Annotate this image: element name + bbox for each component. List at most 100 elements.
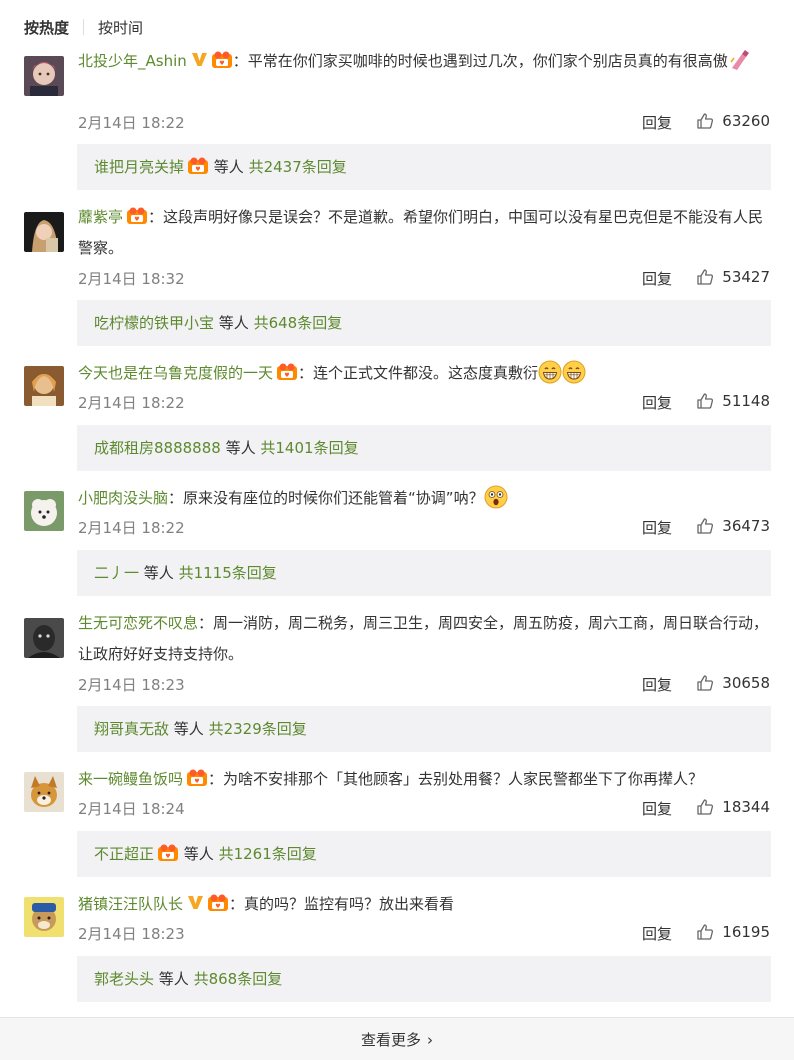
comment-meta: 2月14日 18:24 回复 18344 [78,798,770,820]
reply-summary[interactable]: 谁把月亮关掉 等人 共2437条回复 [77,144,771,190]
view-more-label: 查看更多 [360,1031,421,1049]
reply-button[interactable]: 回复 [642,268,672,289]
reply-count-link[interactable]: 共2437条回复 [249,158,347,176]
reply-username[interactable]: 二丿一 [94,564,139,582]
comment-body: 生无可恋死不叹息：周一消防，周二税务，周三卫生，周四安全，周五防疫，周六工商，周… [78,608,770,670]
shocked-emoji-icon [484,485,508,509]
avatar[interactable] [24,491,64,531]
like-button[interactable]: 30658 [696,674,770,692]
reply-username[interactable]: 翔哥真无敌 [94,720,169,738]
comment-meta: 2月14日 18:32 回复 53427 [78,268,770,290]
avatar[interactable] [24,56,64,96]
username-link[interactable]: 小肥肉没头脑 [78,489,168,507]
like-button[interactable]: 51148 [696,392,770,410]
sort-by-time-tab[interactable]: 按时间 [98,17,143,38]
username-link[interactable]: 蘼紫亭 [78,208,123,226]
reply-button[interactable]: 回复 [642,674,672,695]
comment-text: 这段声明好像只是误会？不是道歉。希望你们明白，中国可以没有星巴克但是不能没有人民… [78,208,764,257]
comment-body: 北投少年_Ashin ：平常在你们家买咖啡的时候也遇到过几次，你们家个别店员真的有… [78,46,770,77]
member-badge-icon[interactable] [126,207,148,225]
like-button[interactable]: 18344 [696,798,770,816]
comment-meta: 2月14日 18:22 回复 51148 [78,392,770,414]
colon: ： [208,770,224,788]
reply-button[interactable]: 回复 [642,392,672,413]
vip-v-icon[interactable] [187,894,204,911]
reply-etc-label: 等人 [158,970,189,988]
like-button[interactable]: 16195 [696,923,770,941]
like-button[interactable]: 36473 [696,517,770,535]
thumbs-up-icon [696,392,714,410]
sort-tabs: 按热度 按时间 [24,14,143,40]
reply-summary[interactable]: 郭老头头 等人 共868条回复 [77,956,771,1002]
like-count: 18344 [722,798,770,816]
username-link[interactable]: 今天也是在乌鲁克度假的一天 [78,364,273,382]
reply-button[interactable]: 回复 [642,112,672,133]
reply-username[interactable]: 郭老头头 [94,970,154,988]
like-count: 63260 [722,112,770,130]
thumbs-up-icon [696,517,714,535]
like-count: 16195 [722,923,770,941]
sort-by-hot-tab[interactable]: 按热度 [24,17,69,38]
avatar[interactable] [24,618,64,658]
avatar[interactable] [24,772,64,812]
username-link[interactable]: 北投少年_Ashin [78,52,187,70]
reply-count-link[interactable]: 共648条回复 [254,314,343,332]
reply-button[interactable]: 回复 [642,517,672,538]
avatar[interactable] [24,212,64,252]
like-count: 51148 [722,392,770,410]
avatar[interactable] [24,366,64,406]
comment-text: 连个正式文件都没。这态度真敷衍 [313,364,539,382]
reply-username[interactable]: 谁把月亮关掉 [94,158,184,176]
reply-etc-label: 等人 [225,439,256,457]
like-button[interactable]: 53427 [696,268,770,286]
reply-button[interactable]: 回复 [642,798,672,819]
avatar[interactable] [24,897,64,937]
comment-meta: 2月14日 18:23 回复 16195 [78,923,770,945]
comment-body: 猪镇汪汪队队长 ：真的吗？监控有吗？放出来看看 [78,889,770,920]
grin-emoji-icon [538,360,562,384]
comment-meta: 2月14日 18:22 回复 63260 [78,112,770,134]
comment-body: 来一碗鳗鱼饭吗 ：为啥不安排那个「其他顾客」去别处用餐？人家民警都坐下了你再撵人？ [78,764,770,795]
username-link[interactable]: 猪镇汪汪队队长 [78,895,183,913]
comment-text: 平常在你们家买咖啡的时候也遇到过几次，你们家个别店员真的有很高傲 [247,52,728,70]
comment-time: 2月14日 18:22 [78,519,185,537]
reply-count-link[interactable]: 共1261条回复 [219,845,317,863]
reply-count-link[interactable]: 共1115条回复 [179,564,277,582]
member-badge-icon[interactable] [276,363,298,381]
comment-time: 2月14日 18:24 [78,800,185,818]
colon: ： [168,489,184,507]
username-link[interactable]: 来一碗鳗鱼饭吗 [78,770,183,788]
member-badge-icon[interactable] [186,769,208,787]
reply-count-link[interactable]: 共1401条回复 [260,439,358,457]
like-count: 36473 [722,517,770,535]
comment-time: 2月14日 18:22 [78,114,185,132]
reply-count-link[interactable]: 共868条回复 [194,970,283,988]
grin-emoji-icon [562,360,586,384]
reply-username[interactable]: 吃柠檬的铁甲小宝 [94,314,214,332]
vip-v-icon[interactable] [191,51,208,68]
username-link[interactable]: 生无可恋死不叹息 [78,614,198,632]
reply-username[interactable]: 成都租房8888888 [94,439,221,457]
comment-meta: 2月14日 18:23 回复 30658 [78,674,770,696]
reply-summary[interactable]: 二丿一 等人 共1115条回复 [77,550,771,596]
like-button[interactable]: 63260 [696,112,770,130]
chevron-right-icon: › [427,1031,433,1049]
reply-button[interactable]: 回复 [642,923,672,944]
reply-username[interactable]: 不正超正 [94,845,154,863]
reply-summary[interactable]: 不正超正 等人 共1261条回复 [77,831,771,877]
sort-divider [83,19,85,35]
comment-body: 今天也是在乌鲁克度假的一天 ：连个正式文件都没。这态度真敷衍 [78,358,770,389]
reply-summary[interactable]: 成都租房8888888 等人 共1401条回复 [77,425,771,471]
comment-body: 小肥肉没头脑：原来没有座位的时候你们还能管着“协调”呐？ [78,483,770,514]
member-badge-icon [187,157,209,175]
member-badge-icon[interactable] [207,894,229,912]
reply-count-link[interactable]: 共2329条回复 [209,720,307,738]
member-badge-icon[interactable] [211,51,233,69]
view-more-button[interactable]: 查看更多 › [0,1018,794,1060]
reply-summary[interactable]: 吃柠檬的铁甲小宝 等人 共648条回复 [77,300,771,346]
colon: ： [232,52,248,70]
member-badge-icon [157,844,179,862]
reply-etc-label: 等人 [173,720,204,738]
reply-summary[interactable]: 翔哥真无敌 等人 共2329条回复 [77,706,771,752]
reply-etc-label: 等人 [213,158,244,176]
